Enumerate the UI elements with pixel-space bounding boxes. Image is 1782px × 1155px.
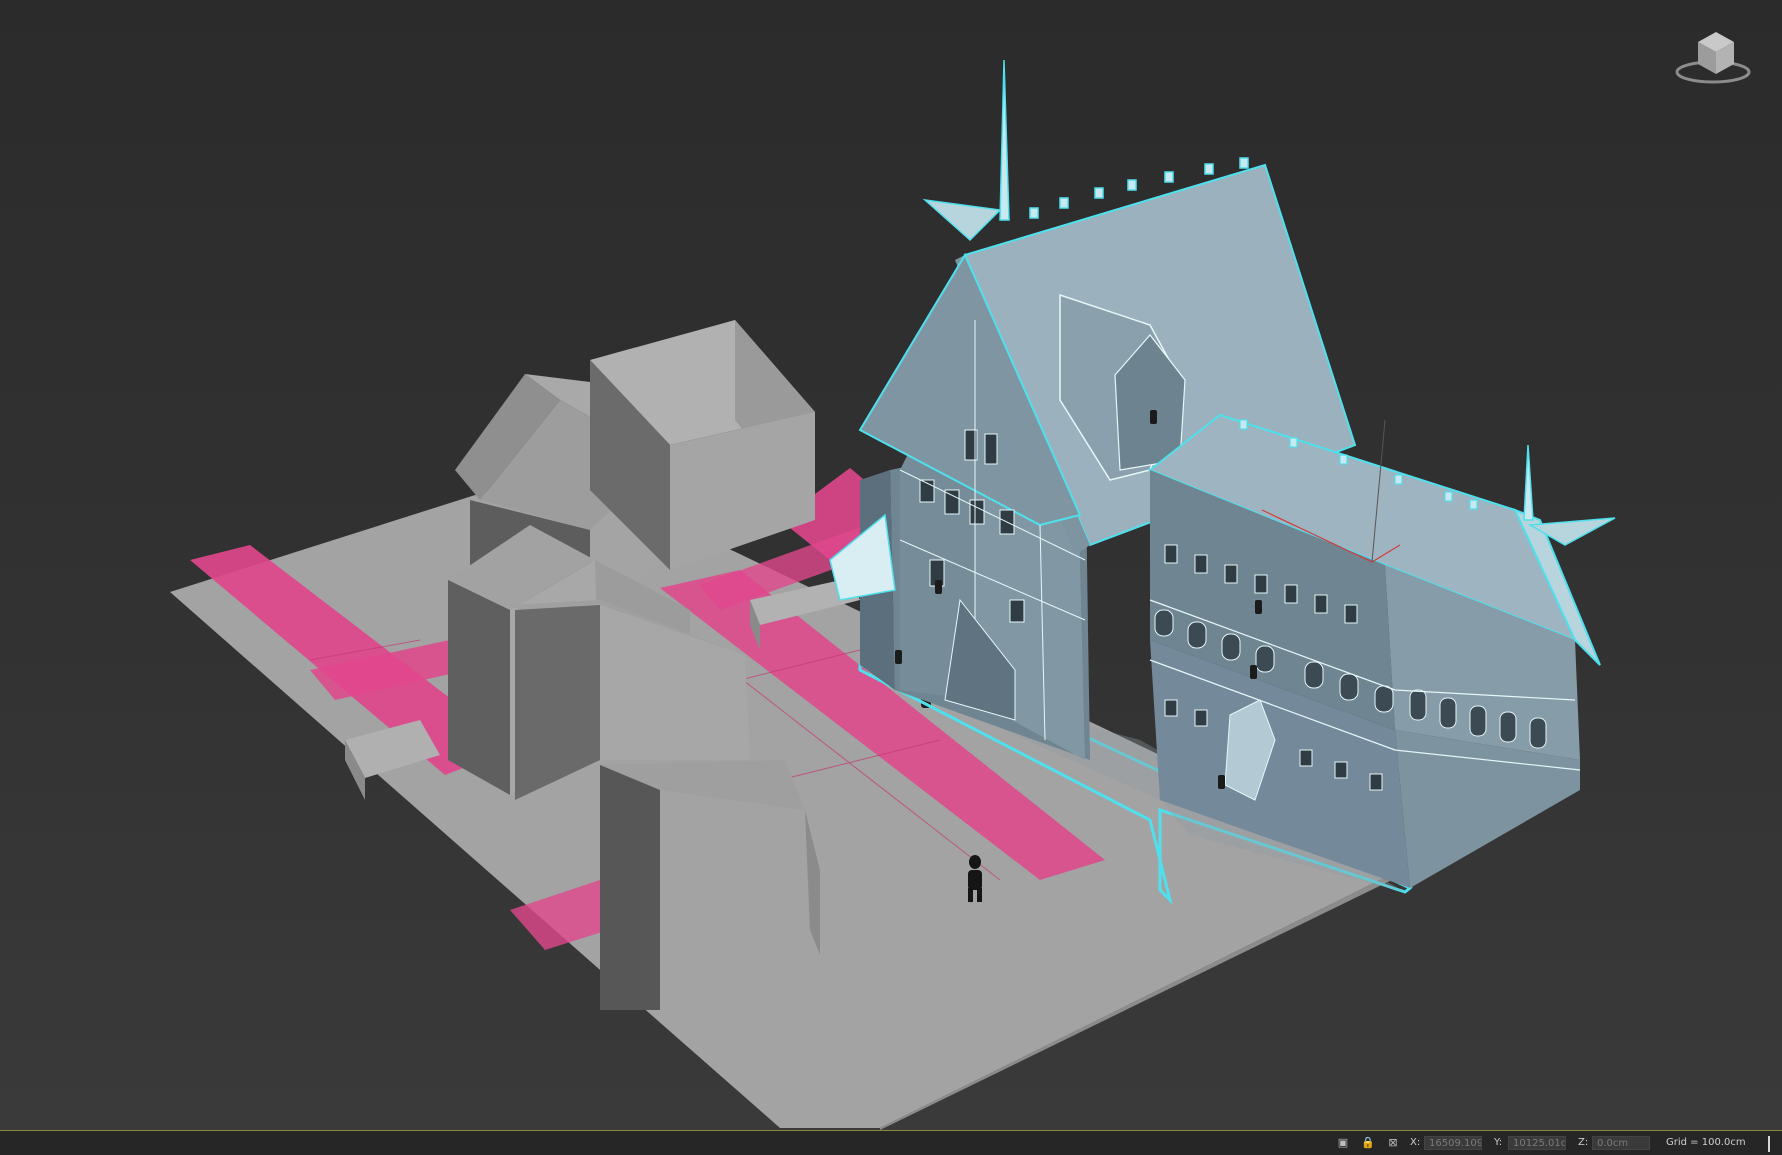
scene-3d[interactable] <box>0 0 1782 1130</box>
x-coordinate-field[interactable]: 16509.109 <box>1424 1136 1482 1150</box>
transform-mode-icon[interactable]: ⊠ <box>1386 1136 1400 1150</box>
lock-icon[interactable]: 🔒 <box>1361 1136 1375 1150</box>
selection-lock-icon[interactable]: ▣ <box>1336 1136 1350 1150</box>
y-coordinate-field[interactable]: 10125.01c <box>1508 1136 1566 1150</box>
y-coordinate-label: Y: <box>1494 1137 1503 1148</box>
status-bar: ▣ 🔒 ⊠ X: 16509.109 Y: 10125.01c Z: 0.0cm… <box>0 1131 1782 1155</box>
z-coordinate-label: Z: <box>1578 1137 1589 1148</box>
perspective-viewport[interactable] <box>0 0 1782 1131</box>
viewcube-icon[interactable] <box>1670 22 1756 90</box>
z-coordinate-field[interactable]: 0.0cm <box>1592 1136 1650 1150</box>
status-bar-separator <box>1768 1136 1770 1152</box>
x-coordinate-label: X: <box>1410 1137 1421 1148</box>
grid-size-readout: Grid = 100.0cm <box>1666 1137 1746 1148</box>
